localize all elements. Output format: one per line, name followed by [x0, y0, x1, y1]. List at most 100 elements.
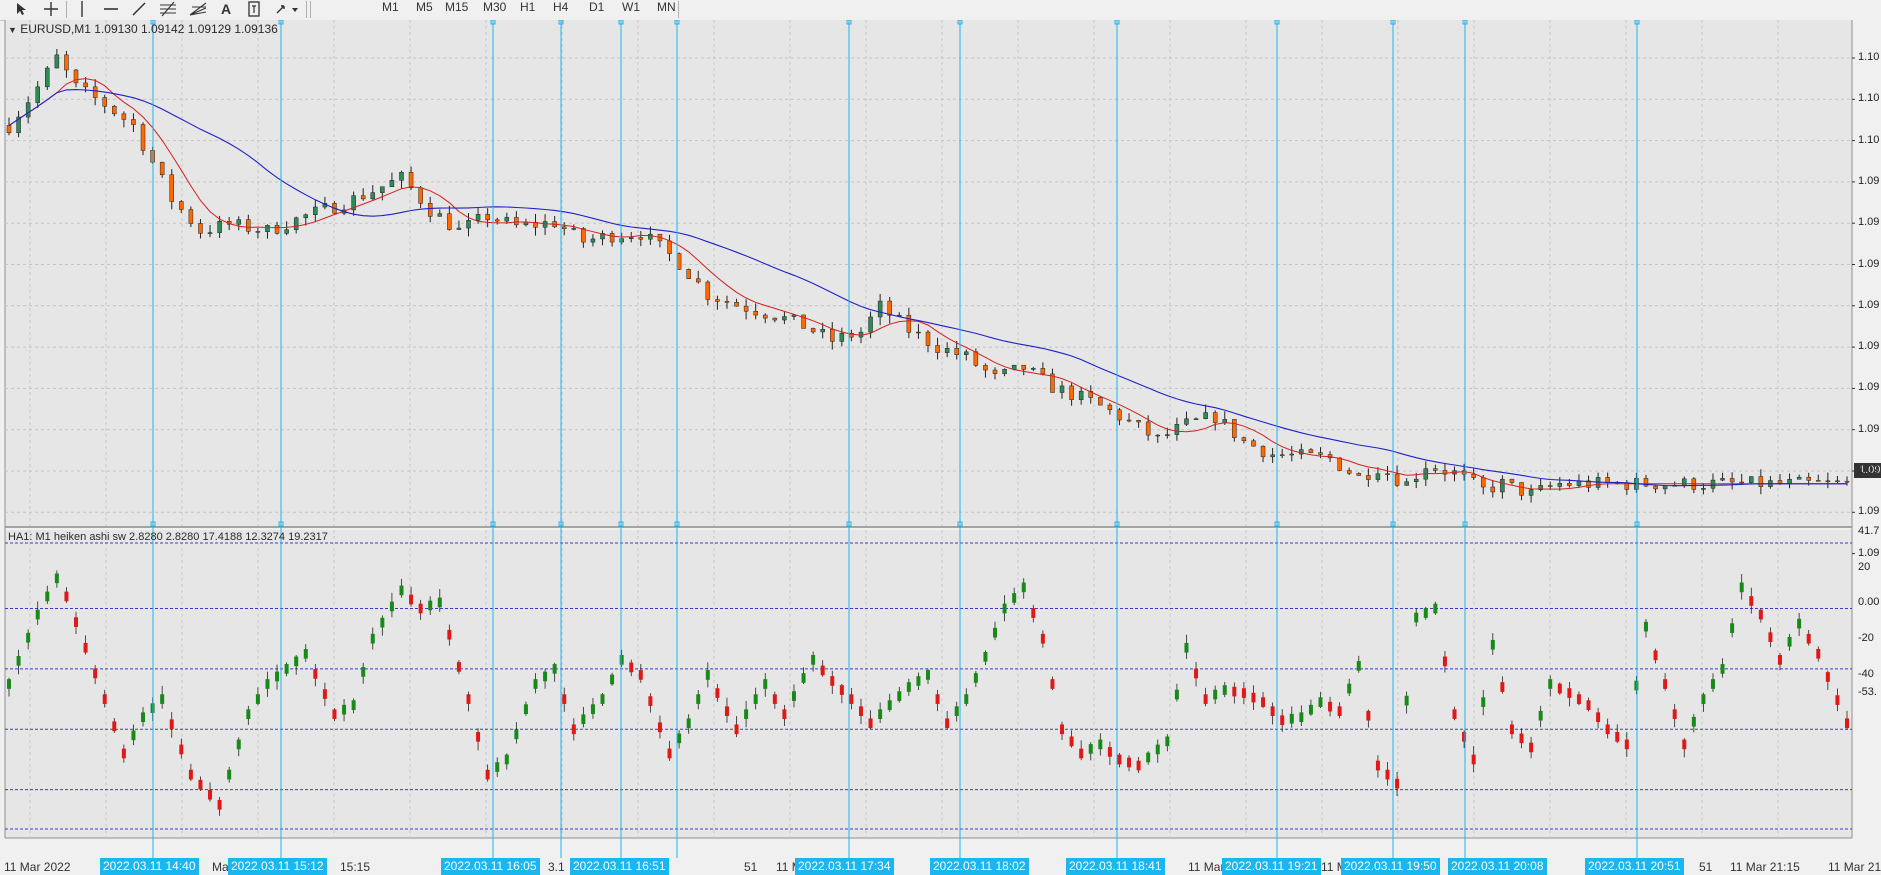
indicator-bar	[1481, 697, 1486, 707]
cursor-icon[interactable]	[4, 0, 38, 18]
indicator-bar	[801, 673, 806, 683]
indicator-bar	[236, 739, 241, 750]
candle	[255, 231, 261, 233]
timeframe-m15[interactable]: M15	[445, 0, 468, 18]
indicator-bar	[1691, 716, 1696, 727]
indicator-bar	[437, 597, 442, 608]
price-axis-label: 1.09	[1858, 340, 1880, 353]
candle	[447, 213, 452, 230]
indicator-bar	[552, 664, 557, 674]
candle	[504, 217, 510, 222]
candle	[1002, 369, 1007, 374]
price-axis-area	[1852, 20, 1881, 863]
indicator-bar	[763, 679, 768, 689]
candle	[1040, 368, 1046, 375]
candle	[121, 113, 127, 120]
text-icon[interactable]: A	[216, 0, 236, 18]
candle	[35, 86, 40, 103]
indicator-bar	[1835, 695, 1840, 705]
price-axis-label: 1.09	[1858, 422, 1880, 435]
timeframe-d1[interactable]: D1	[589, 0, 604, 18]
main-chart-title: ▼ EURUSD,M1 1.09130 1.09142 1.09129 1.09…	[8, 22, 278, 36]
indicator-bar	[1289, 713, 1294, 724]
candle	[1136, 420, 1141, 423]
indicator-bar	[1682, 739, 1687, 750]
candle	[1155, 434, 1160, 437]
time-axis-label: 51	[744, 860, 758, 874]
candle	[763, 314, 768, 319]
horizontal-line-icon[interactable]	[100, 0, 122, 18]
indicator-bar	[935, 694, 940, 704]
indicator-bar	[294, 656, 299, 667]
indicator-bar	[954, 706, 959, 717]
price-axis-label: 1.10	[1858, 51, 1880, 63]
timeframe-h4[interactable]: H4	[553, 0, 568, 18]
indicator-bar	[179, 744, 184, 755]
timeframe-mn[interactable]: MN	[657, 0, 676, 18]
trendline-icon[interactable]	[128, 0, 150, 18]
chart-canvas[interactable]	[0, 20, 1881, 863]
indicator-bar	[705, 670, 710, 680]
indicator-bar	[1615, 732, 1620, 742]
vertical-line-icon[interactable]	[72, 0, 92, 18]
indicator-bar	[1127, 757, 1132, 768]
label-icon[interactable]	[244, 0, 264, 18]
indicator-bar	[772, 694, 777, 704]
indicator-bar	[409, 594, 414, 605]
candle	[1193, 418, 1199, 420]
indicator-bar	[74, 617, 79, 627]
timeframe-m30[interactable]: M30	[483, 0, 506, 18]
fibo-fan-icon[interactable]	[186, 0, 210, 18]
indicator-bar	[361, 667, 366, 677]
timeframe-m1[interactable]: M1	[382, 0, 399, 18]
indicator-bar	[1021, 582, 1026, 593]
indicator-bar	[562, 694, 567, 704]
indicator-bar	[428, 600, 433, 611]
candle	[638, 237, 644, 240]
candle	[839, 332, 845, 342]
candle	[179, 201, 184, 210]
indicator-bar	[1663, 679, 1668, 689]
indicator-bar	[313, 669, 318, 679]
arrows-icon[interactable]	[272, 0, 302, 18]
indicator-bar	[1194, 668, 1199, 679]
candle	[140, 124, 146, 151]
indicator-bar	[54, 573, 59, 584]
indicator-bar	[945, 718, 950, 729]
candle	[944, 348, 950, 353]
indicator-bar	[1232, 686, 1237, 697]
timeframe-h1[interactable]: H1	[520, 0, 535, 18]
indicator-bar	[1672, 709, 1677, 720]
indicator-bar	[523, 704, 528, 714]
indicator-bar	[1098, 739, 1103, 750]
indicator-bar	[1845, 718, 1849, 729]
candle	[1480, 477, 1486, 488]
candle	[1433, 468, 1438, 471]
indicator-bar	[1318, 697, 1323, 707]
price-axis-label: 1.09	[1858, 298, 1880, 311]
vertical-line-date-label: 2022.03.11 14:40	[100, 858, 199, 875]
candle	[1519, 482, 1524, 496]
indicator-bar	[1146, 752, 1151, 763]
indicator-axis-label: 0.00	[1858, 596, 1880, 608]
timeframe-m5[interactable]: M5	[416, 0, 433, 18]
indicator-bar	[1404, 695, 1409, 706]
candle	[676, 253, 682, 270]
indicator-bar	[1251, 692, 1256, 703]
crosshair-icon[interactable]	[40, 0, 62, 18]
timeframe-w1[interactable]: W1	[622, 0, 640, 18]
indicator-bar	[1509, 724, 1514, 735]
collapse-arrow-icon[interactable]: ▼	[8, 25, 17, 35]
vertical-line-date-label: 2022.03.11 19:50	[1341, 858, 1440, 875]
fibonacci-icon[interactable]	[156, 0, 180, 18]
indicator-bar	[1213, 689, 1218, 700]
candle	[542, 221, 548, 228]
candle	[236, 219, 241, 225]
candle	[456, 227, 462, 230]
indicator-bar	[514, 729, 519, 740]
indicator-bar	[1634, 680, 1639, 691]
indicator-bar	[1328, 701, 1333, 712]
candle	[1729, 478, 1735, 483]
candle	[1605, 477, 1610, 483]
indicator-bar	[188, 769, 193, 780]
